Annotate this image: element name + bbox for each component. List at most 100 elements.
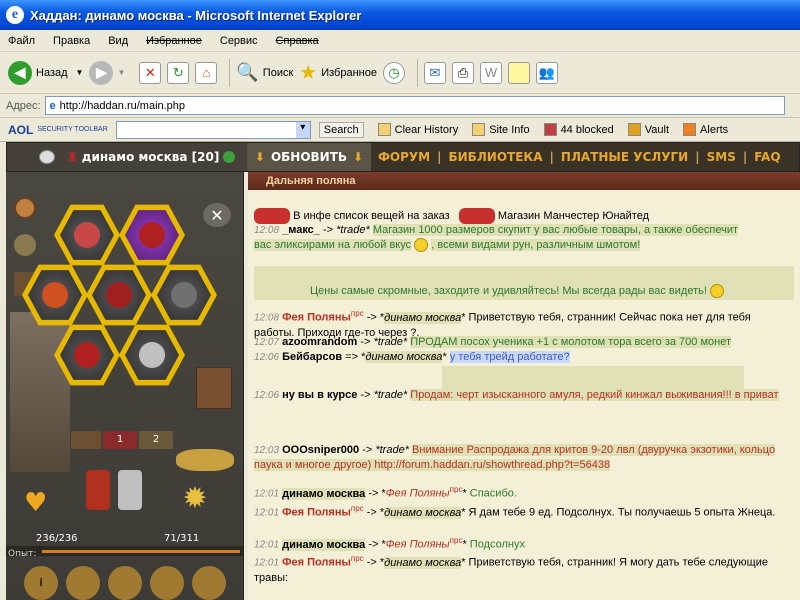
- hand-round-icon[interactable]: [192, 566, 226, 600]
- scroll-round-icon[interactable]: [66, 566, 100, 600]
- boots-item-icon[interactable]: [118, 470, 142, 510]
- message-recipient[interactable]: динамо москва: [384, 556, 462, 569]
- menu-bar: Файл Правка Вид Избранное Сервис Справка: [0, 30, 800, 52]
- heart-icon[interactable]: ♥: [24, 490, 54, 516]
- toolbar-separator: [416, 58, 418, 87]
- message-recipient[interactable]: динамо москва: [365, 351, 443, 363]
- stop-icon[interactable]: ✕: [139, 61, 162, 84]
- exp-bar: Опыт:: [6, 546, 243, 559]
- sun-round-icon[interactable]: [108, 566, 142, 600]
- link-paid[interactable]: ПЛАТНЫЕ УСЛУГИ: [561, 150, 688, 164]
- link-forum[interactable]: ФОРУМ: [378, 150, 430, 164]
- message-recipient[interactable]: Фея Поляны: [386, 488, 450, 500]
- chest-icon[interactable]: [196, 367, 232, 409]
- gloves-item-icon[interactable]: [86, 470, 110, 510]
- chat-message: 12:07 azoomrandom -> *trade* ПРОДАМ посо…: [254, 336, 731, 348]
- refresh-icon[interactable]: ↻: [167, 61, 190, 84]
- slot-tab-1[interactable]: 1: [103, 431, 137, 449]
- message-text: Продам: черт изысканного амуля, редкий к…: [410, 389, 779, 401]
- message-nick[interactable]: Фея Поляны: [282, 557, 351, 569]
- refresh-game-button[interactable]: ⬇ ОБНОВИТЬ ⬇: [247, 143, 371, 171]
- back-button[interactable]: ◀ Назад ▼: [8, 56, 83, 90]
- menu-view[interactable]: Вид: [108, 35, 128, 47]
- message-nick[interactable]: Фея Поляны: [282, 507, 351, 519]
- menu-help[interactable]: Справка: [276, 35, 319, 47]
- slot-tab-icon[interactable]: [71, 431, 101, 449]
- message-recipient[interactable]: *trade*: [373, 336, 407, 348]
- back-dropdown-icon[interactable]: ▼: [76, 68, 84, 77]
- edit-icon[interactable]: W: [479, 61, 502, 84]
- slot-tab-2[interactable]: 2: [139, 431, 173, 449]
- mail-icon[interactable]: ✉: [423, 61, 446, 84]
- note-icon[interactable]: [507, 61, 530, 84]
- close-icon[interactable]: ✕: [203, 203, 231, 227]
- home-icon[interactable]: ⌂: [195, 61, 218, 84]
- book-round-icon[interactable]: [150, 566, 184, 600]
- favorites-button[interactable]: ★ Избранное: [299, 56, 377, 90]
- message-nick[interactable]: динамо москва: [282, 487, 366, 500]
- slot-amulet[interactable]: [119, 204, 185, 266]
- alerts-button[interactable]: Alerts: [683, 123, 728, 136]
- slot-armor[interactable]: [86, 264, 152, 326]
- armor-item-icon: [106, 282, 132, 308]
- link-faq[interactable]: FAQ: [754, 150, 780, 164]
- message-time: 12:01: [254, 507, 280, 519]
- aol-search-button[interactable]: Search: [318, 121, 364, 138]
- forward-arrow-icon: ▶: [89, 60, 114, 85]
- slot-boots[interactable]: [119, 324, 185, 386]
- link-library[interactable]: БИБЛИОТЕКА: [448, 150, 542, 164]
- shield-item-icon: [171, 282, 197, 308]
- message-recipient[interactable]: Фея Поляны: [386, 539, 450, 551]
- info-icon[interactable]: [223, 151, 236, 163]
- menu-file[interactable]: Файл: [8, 35, 35, 47]
- ring-slot-icon[interactable]: [14, 234, 36, 256]
- clear-history-button[interactable]: Clear History: [377, 123, 458, 136]
- message-nick[interactable]: OOOsniper000: [282, 444, 359, 456]
- down-arrow-icon: ⬇: [353, 150, 364, 164]
- forward-dropdown-icon[interactable]: ▼: [117, 68, 125, 77]
- message-recipient[interactable]: динамо москва: [384, 506, 462, 519]
- address-input[interactable]: e http://haddan.ru/main.php: [44, 96, 785, 115]
- aol-search-input[interactable]: [115, 120, 311, 139]
- message-nick[interactable]: динамо москва: [282, 538, 366, 551]
- message-nick[interactable]: _макс_: [282, 224, 320, 236]
- chat-message: 12:03 OOOsniper000 -> *trade* Внимание Р…: [254, 444, 776, 471]
- message-text: ПРОДАМ посох ученика +1 с молотом тора в…: [410, 336, 731, 348]
- message-recipient[interactable]: динамо москва: [384, 311, 462, 324]
- amulet-slot-icon[interactable]: [14, 197, 36, 219]
- eye-icon[interactable]: [39, 150, 55, 164]
- refresh-label: ОБНОВИТЬ: [270, 150, 348, 164]
- site-info-icon: [472, 123, 486, 136]
- message-recipient[interactable]: *trade*: [375, 444, 409, 456]
- message-nick[interactable]: Бейбарсов: [282, 351, 342, 363]
- star-burst-icon[interactable]: ✹: [178, 482, 212, 516]
- weapon-item-icon: [42, 282, 68, 308]
- message-time: 12:06: [254, 352, 280, 363]
- message-recipient[interactable]: *trade*: [374, 389, 408, 401]
- messenger-icon[interactable]: 👥: [535, 61, 558, 84]
- site-info-button[interactable]: Site Info: [472, 123, 530, 136]
- menu-favorites[interactable]: Избранное: [146, 35, 202, 47]
- chat-message: 12:01 Фея Поляныпрс -> *динамо москва* П…: [254, 554, 768, 584]
- clear-history-icon: [377, 123, 391, 136]
- menu-edit[interactable]: Правка: [53, 35, 90, 47]
- search-button[interactable]: 🔍 Поиск: [236, 56, 293, 90]
- history-icon[interactable]: ◷: [382, 61, 405, 84]
- slot-shield[interactable]: [151, 264, 217, 326]
- chat-message: 12:06 Бейбарсов => *динамо москва* у теб…: [254, 351, 570, 363]
- helmet-item-icon: [74, 222, 100, 248]
- popup-blocker-button[interactable]: 44 blocked: [543, 123, 614, 136]
- link-sms[interactable]: SMS: [707, 150, 736, 164]
- message-nick[interactable]: azoomrandom: [282, 336, 357, 348]
- vault-button[interactable]: Vault: [627, 123, 669, 136]
- message-recipient[interactable]: *trade*: [336, 224, 370, 236]
- print-icon[interactable]: ⎙: [451, 61, 474, 84]
- menu-tools[interactable]: Сервис: [220, 35, 258, 47]
- message-time: 12:07: [254, 337, 280, 348]
- slot-helmet[interactable]: [54, 204, 120, 266]
- aol-logo[interactable]: AOL: [8, 123, 33, 137]
- forward-button[interactable]: ▶ ▼: [89, 56, 125, 90]
- message-nick[interactable]: Фея Поляны: [282, 312, 351, 324]
- info-round-icon[interactable]: i: [24, 566, 58, 600]
- message-nick[interactable]: ну вы в курсе: [282, 389, 357, 401]
